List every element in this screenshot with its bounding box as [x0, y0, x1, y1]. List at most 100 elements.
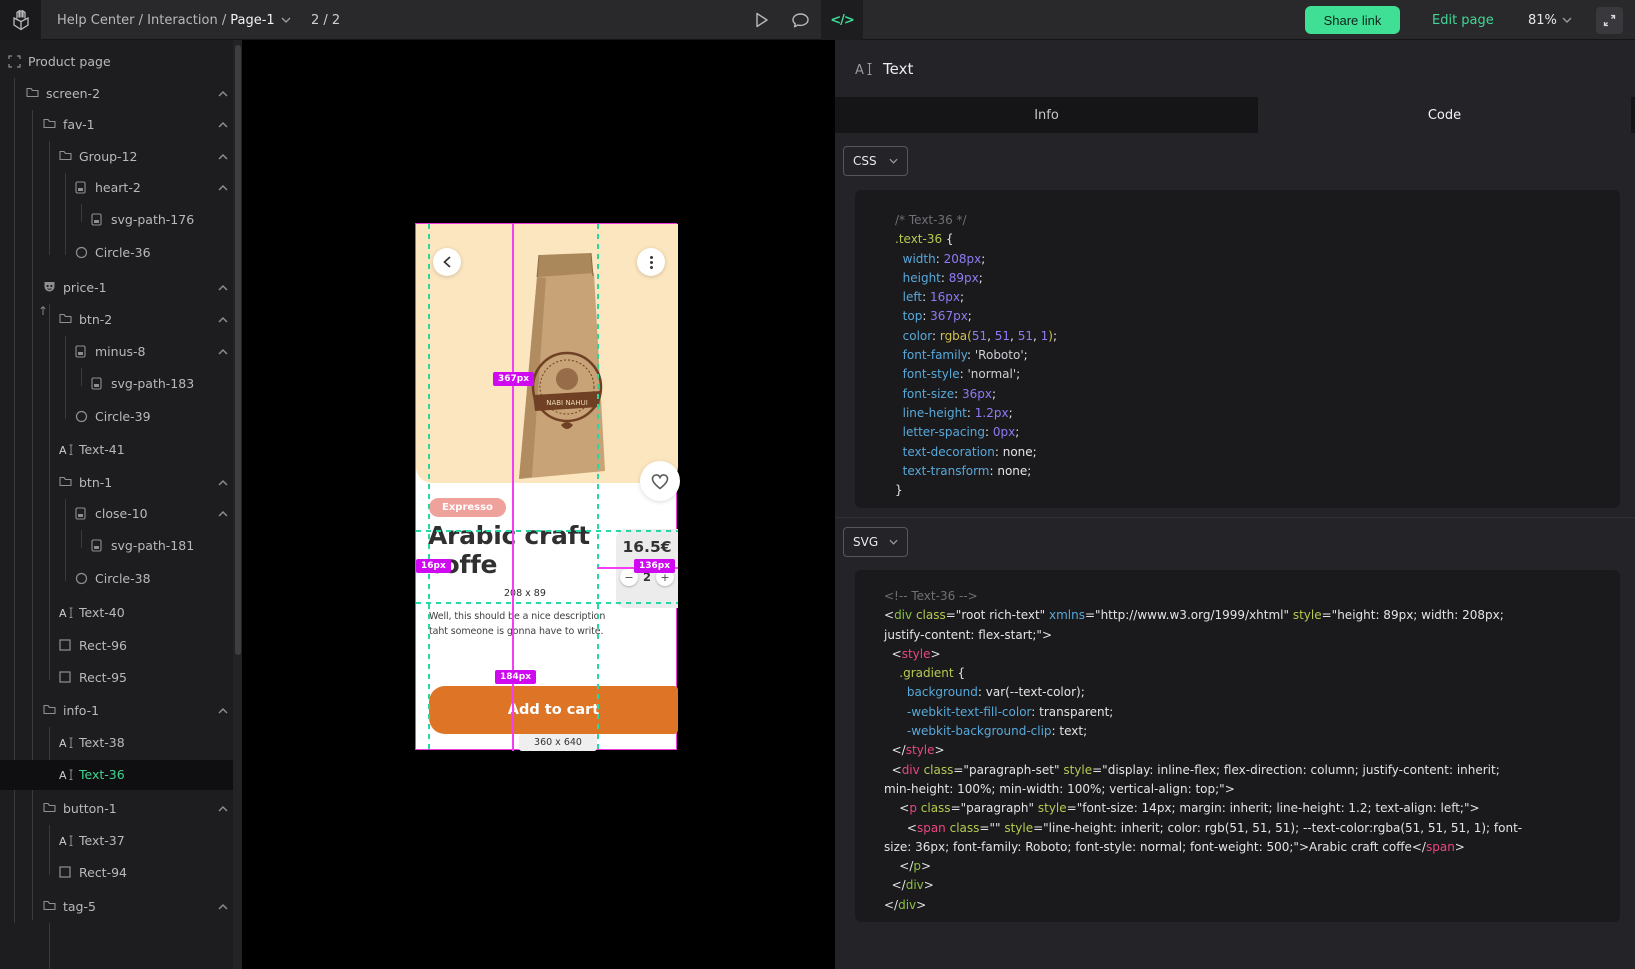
- layer-row-fav-1[interactable]: fav-1: [0, 110, 233, 140]
- chevron-down-icon: [1562, 17, 1572, 23]
- layer-row-text-37[interactable]: A Text-37: [0, 826, 233, 856]
- play-button[interactable]: [748, 0, 776, 40]
- layer-row-minus-8[interactable]: minus-8: [0, 337, 233, 367]
- zoom-control[interactable]: 81%: [1528, 0, 1572, 40]
- code-line: <div class="root rich-text" xmlns="http:…: [884, 606, 1610, 625]
- svg-text:A: A: [59, 607, 67, 619]
- collapse-chevron-icon[interactable]: [218, 806, 228, 812]
- layer-row-circle-36[interactable]: Circle-36: [0, 238, 233, 268]
- frame-size-label: 360 x 640: [519, 734, 597, 751]
- collapse-chevron-icon[interactable]: [218, 904, 228, 910]
- product-image-area: NABI NAHUI: [416, 224, 678, 483]
- collapse-chevron-icon[interactable]: [218, 91, 228, 97]
- layer-row-group-12[interactable]: Group-12: [0, 142, 233, 172]
- edit-page-link[interactable]: Edit page: [1432, 0, 1494, 40]
- svgfile-icon: [75, 507, 86, 520]
- code-line: letter-spacing: 0px;: [895, 423, 1610, 442]
- selection-bottom-guide: [416, 602, 678, 604]
- chevron-down-icon[interactable]: [281, 17, 291, 23]
- svgfile-icon: [91, 377, 102, 390]
- layer-label: Circle-39: [95, 409, 151, 424]
- code-line: left: 16px;: [895, 288, 1610, 307]
- sidebar-scrollbar-thumb[interactable]: [235, 45, 241, 655]
- comments-button[interactable]: [786, 0, 814, 40]
- collapse-chevron-icon[interactable]: [218, 285, 228, 291]
- svg-code-block[interactable]: <!-- Text-36 --><div class="root rich-te…: [855, 570, 1620, 922]
- layer-label: button-1: [63, 801, 117, 816]
- layer-row-circle-38[interactable]: Circle-38: [0, 564, 233, 594]
- folder-icon: [26, 87, 39, 98]
- layer-label: tag-5: [63, 899, 96, 914]
- code-line: line-height: 1.2px;: [895, 404, 1610, 423]
- category-tag[interactable]: Expresso: [429, 498, 506, 517]
- layer-label: Text-37: [79, 833, 125, 848]
- collapse-chevron-icon[interactable]: [218, 154, 228, 160]
- layer-row-btn-2[interactable]: btn-2: [0, 305, 233, 335]
- css-code-block[interactable]: /* Text-36 */.text-36 { width: 208px; he…: [855, 190, 1620, 508]
- layer-row-rect-94[interactable]: Rect-94: [0, 858, 233, 888]
- layer-row-svg-path-176[interactable]: svg-path-176: [0, 205, 233, 235]
- layer-row-product page[interactable]: Product page: [0, 47, 233, 77]
- code-line: font-family: 'Roboto';: [895, 346, 1610, 365]
- layer-row-close-10[interactable]: close-10: [0, 499, 233, 529]
- layer-row-circle-39[interactable]: Circle-39: [0, 402, 233, 432]
- app-logo[interactable]: [0, 0, 41, 40]
- add-to-cart-button[interactable]: Add to cart: [429, 686, 678, 734]
- code-line: font-size: 36px;: [895, 385, 1610, 404]
- layer-row-svg-path-183[interactable]: svg-path-183: [0, 369, 233, 399]
- collapse-chevron-icon[interactable]: [218, 317, 228, 323]
- svg-dropdown-value: SVG: [853, 535, 878, 549]
- svg-language-dropdown[interactable]: SVG: [843, 527, 908, 557]
- layer-row-btn-1[interactable]: btn-1: [0, 468, 233, 498]
- back-button[interactable]: [433, 248, 461, 276]
- collapse-chevron-icon[interactable]: [218, 185, 228, 191]
- layer-row-text-41[interactable]: A Text-41: [0, 435, 233, 465]
- right-offset-label: 136px: [634, 559, 675, 573]
- fullscreen-button[interactable]: [1596, 7, 1623, 34]
- layer-row-text-38[interactable]: AText-38: [0, 728, 233, 758]
- layer-row-button-1[interactable]: button-1: [0, 794, 233, 824]
- collapse-chevron-icon[interactable]: [218, 480, 228, 486]
- text-icon: A: [59, 443, 74, 456]
- pencil-box-logo-icon: [9, 8, 33, 32]
- right-vertical-guide: [597, 224, 599, 751]
- svgfile-icon: [91, 539, 102, 552]
- canvas[interactable]: NABI NAHUI Expresso Arabic craft coffe 2…: [242, 40, 835, 969]
- layer-row-svg-path-181[interactable]: svg-path-181: [0, 531, 233, 561]
- collapse-chevron-icon[interactable]: [218, 122, 228, 128]
- price-value: 16.5€: [616, 538, 678, 556]
- share-link-button[interactable]: Share link: [1305, 6, 1400, 34]
- layer-row-tag-5[interactable]: tag-5: [0, 892, 233, 922]
- heart-icon: [650, 472, 670, 490]
- tab-code[interactable]: Code: [1258, 97, 1631, 133]
- css-language-dropdown[interactable]: CSS: [843, 146, 908, 176]
- layer-row-rect-95[interactable]: Rect-95: [0, 663, 233, 693]
- layer-row-info-1[interactable]: info-1: [0, 696, 233, 726]
- more-options-button[interactable]: [637, 248, 665, 276]
- collapse-chevron-icon[interactable]: [218, 349, 228, 355]
- play-icon: [755, 12, 769, 28]
- code-view-button[interactable]: </>: [821, 0, 863, 40]
- favorite-button[interactable]: [640, 461, 680, 501]
- breadcrumb-current-page[interactable]: Page-1: [230, 13, 274, 28]
- layer-row-text-36[interactable]: AText-36: [0, 760, 233, 790]
- code-line: </div>: [884, 876, 1610, 895]
- layer-label: Text-41: [79, 442, 125, 457]
- layer-label: svg-path-181: [111, 538, 194, 553]
- code-line: /* Text-36 */: [895, 211, 1610, 230]
- layer-row-screen-2[interactable]: screen-2: [0, 79, 233, 109]
- layer-row-price-1[interactable]: price-1: [0, 273, 233, 303]
- svgfile-icon: [75, 345, 86, 358]
- tab-info[interactable]: Info: [835, 97, 1258, 133]
- collapse-chevron-icon[interactable]: [218, 511, 228, 517]
- device-frame[interactable]: NABI NAHUI Expresso Arabic craft coffe 2…: [415, 223, 677, 750]
- layer-row-heart-2[interactable]: heart-2: [0, 173, 233, 203]
- layer-row-text-40[interactable]: AText-40: [0, 598, 233, 628]
- code-line: top: 367px;: [895, 307, 1610, 326]
- svg-text:A: A: [59, 835, 67, 847]
- rect-icon: [59, 671, 71, 683]
- collapse-chevron-icon[interactable]: [218, 708, 228, 714]
- layer-row-rect-96[interactable]: Rect-96: [0, 631, 233, 661]
- code-line: size: 36px; font-family: Roboto; font-st…: [884, 838, 1610, 857]
- breadcrumb[interactable]: Help Center / Interaction / Page-1: [57, 0, 291, 40]
